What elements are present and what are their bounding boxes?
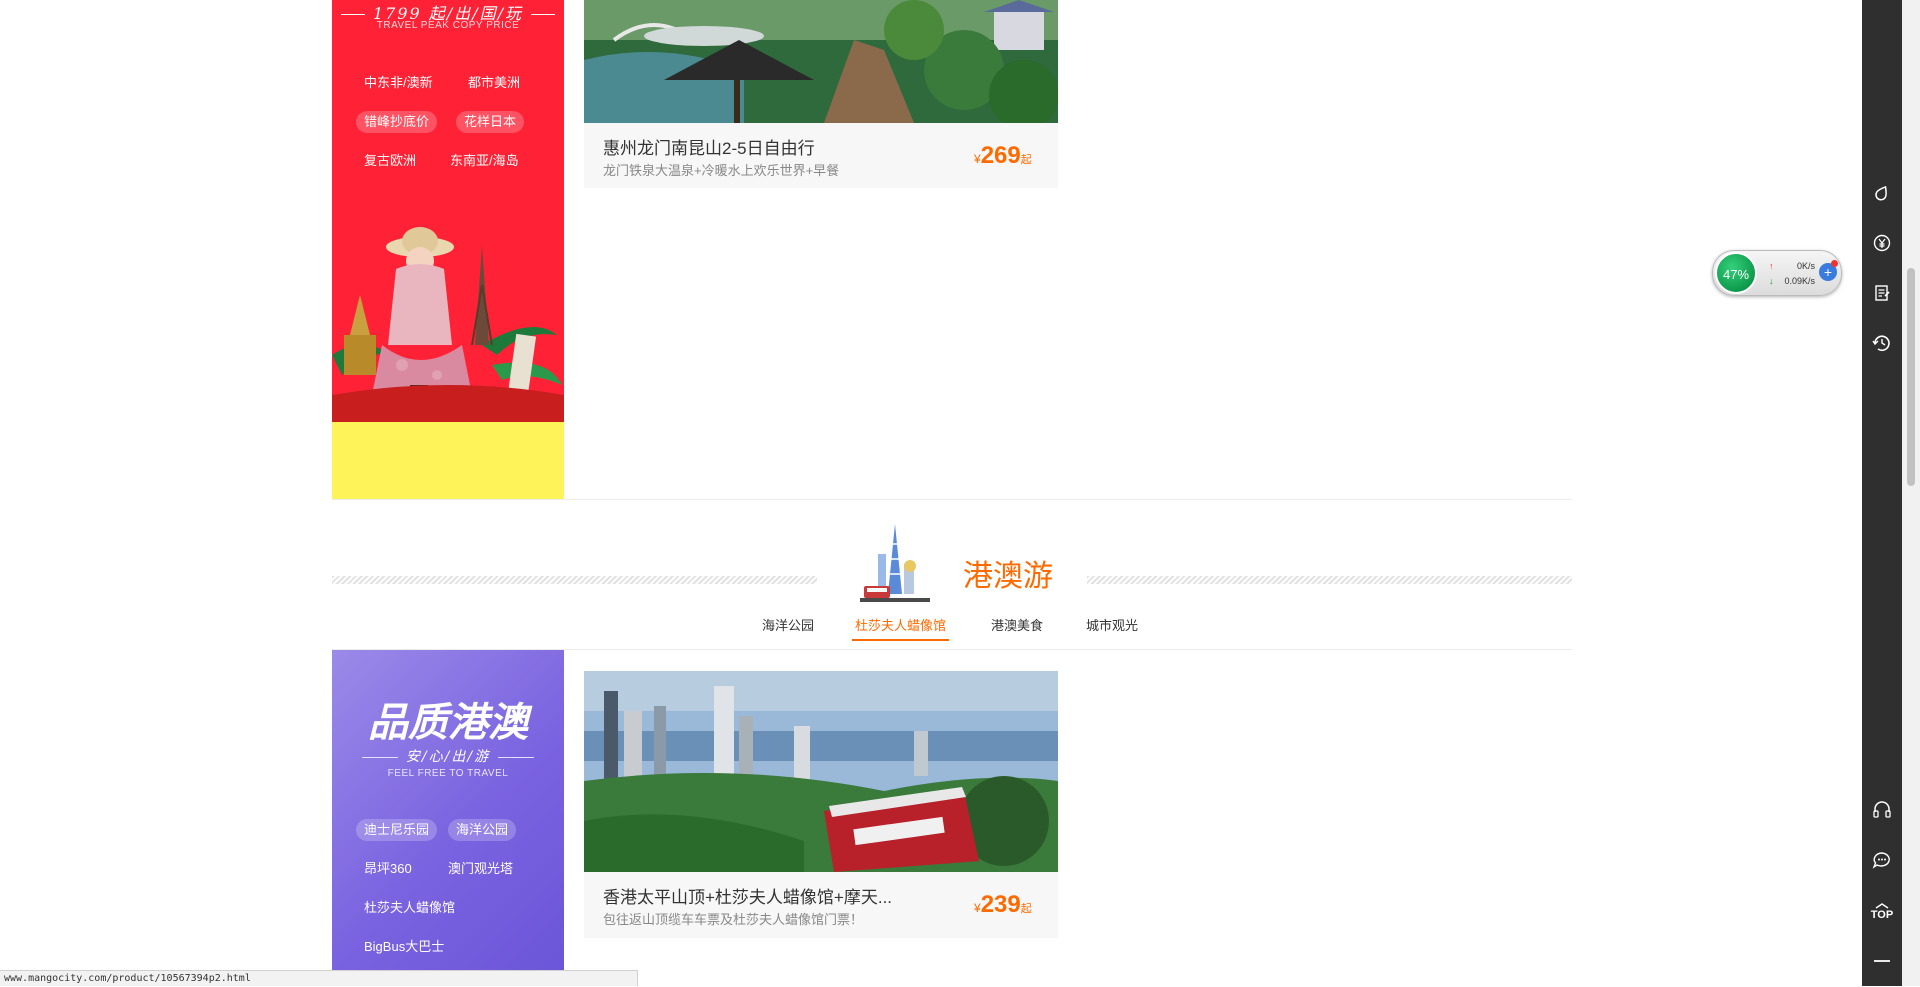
product-desc: 龙门铁泉大温泉+冷暖水上欢乐世界+早餐 xyxy=(603,163,840,178)
promo-tag[interactable]: 复古欧洲 xyxy=(356,150,424,172)
scrollbar-thumb[interactable] xyxy=(1907,268,1915,486)
tab-ocean-park[interactable]: 海洋公园 xyxy=(762,617,814,639)
traveler-illustration xyxy=(332,227,564,430)
hk-tag[interactable]: 澳门观光塔 xyxy=(440,858,521,880)
promo-tag[interactable]: 都市美洲 xyxy=(460,72,528,94)
headset-icon[interactable] xyxy=(1862,790,1902,830)
chat-icon[interactable] xyxy=(1862,840,1902,880)
download-arrow-icon: ↓ xyxy=(1769,276,1774,286)
promo-banner-footer xyxy=(332,422,564,500)
upload-arrow-icon: ↑ xyxy=(1769,261,1774,271)
section-header-pattern-left xyxy=(332,576,817,584)
price-currency: ¥ xyxy=(974,152,981,166)
vertical-scrollbar[interactable] xyxy=(1902,0,1920,986)
hk-banner-subtitle-en: FEEL FREE TO TRAVEL xyxy=(387,768,509,779)
product-image xyxy=(584,671,1058,872)
product-price: ¥269起 xyxy=(974,142,1032,170)
price-value: 269 xyxy=(980,142,1021,169)
product-name[interactable]: 香港太平山顶+杜莎夫人蜡像馆+摩天... xyxy=(603,883,892,908)
section-title: 港澳游 xyxy=(963,560,1053,593)
notification-dot xyxy=(1831,260,1838,267)
hk-tag[interactable]: 杜莎夫人蜡像馆 xyxy=(356,897,463,919)
back-to-top-label: TOP xyxy=(1870,909,1894,921)
minimize-icon[interactable] xyxy=(1862,941,1902,981)
download-speed-value: 0.09K/s xyxy=(1784,276,1815,286)
droplet-icon[interactable] xyxy=(1862,173,1902,213)
product-card[interactable]: 香港太平山顶+杜莎夫人蜡像馆+摩天... 包往返山顶缆车车票及杜莎夫人蜡像馆门票… xyxy=(584,671,1058,938)
price-suffix: 起 xyxy=(1020,903,1032,915)
price-suffix: 起 xyxy=(1020,154,1032,166)
memory-usage-badge: 47% xyxy=(1715,252,1757,294)
promo-tag[interactable]: 东南亚/海岛 xyxy=(442,150,527,172)
hk-tag[interactable]: 昂坪360 xyxy=(356,858,420,880)
tab-madame-tussauds[interactable]: 杜莎夫人蜡像馆 xyxy=(852,617,950,641)
notes-icon[interactable] xyxy=(1862,273,1902,313)
product-desc: 包往返山顶缆车车票及杜莎夫人蜡像馆门票！ xyxy=(603,912,864,927)
hongkong-skyline-icon xyxy=(860,524,930,602)
network-monitor-widget[interactable]: 47% ↑ 0K/s ↓ 0.09K/s + xyxy=(1712,250,1842,296)
hk-tag[interactable]: 迪士尼乐园 xyxy=(356,819,438,841)
product-image xyxy=(584,0,1058,123)
yen-icon[interactable] xyxy=(1862,223,1902,263)
promo-banner-outbound[interactable]: 1799 起/出/国/玩 TRAVEL PEAK COPY PRICE 中东非/… xyxy=(332,0,564,500)
hk-tag[interactable]: BigBus大巴士 xyxy=(356,936,452,958)
promo-tag[interactable]: 中东非/澳新 xyxy=(356,72,441,94)
promo-banner-hk[interactable]: 品质港澳 安/心/出/游 FEEL FREE TO TRAVEL 迪士尼乐园 海… xyxy=(332,650,564,986)
promo-tag[interactable]: 花样日本 xyxy=(456,111,525,133)
hk-banner-title: 品质港澳 xyxy=(368,699,528,746)
product-price: ¥239起 xyxy=(974,891,1032,919)
tab-city-tour[interactable]: 城市观光 xyxy=(1086,617,1138,639)
hk-banner-subtitle: 安/心/出/游 xyxy=(332,746,564,766)
promo-banner-subtitle: TRAVEL PEAK COPY PRICE xyxy=(376,20,520,31)
side-toolbar: TOP xyxy=(1862,0,1902,986)
section-divider xyxy=(332,499,1572,500)
hk-tag[interactable]: 海洋公园 xyxy=(448,819,517,841)
back-to-top-button[interactable]: TOP xyxy=(1862,892,1902,932)
price-value: 239 xyxy=(980,891,1021,918)
promo-tag[interactable]: 错峰抄底价 xyxy=(356,111,438,133)
section-header-pattern-right xyxy=(1087,576,1572,584)
product-name[interactable]: 惠州龙门南昆山2-5日自由行 xyxy=(603,134,815,159)
product-card[interactable]: 惠州龙门南昆山2-5日自由行 龙门铁泉大温泉+冷暖水上欢乐世界+早餐 ¥269起 xyxy=(584,0,1058,188)
tab-hk-food[interactable]: 港澳美食 xyxy=(991,617,1043,639)
history-icon[interactable] xyxy=(1862,323,1902,363)
browser-status-url: www.mangocity.com/product/10567394p2.htm… xyxy=(0,970,638,986)
price-currency: ¥ xyxy=(974,901,981,915)
upload-speed-value: 0K/s xyxy=(1796,261,1815,271)
